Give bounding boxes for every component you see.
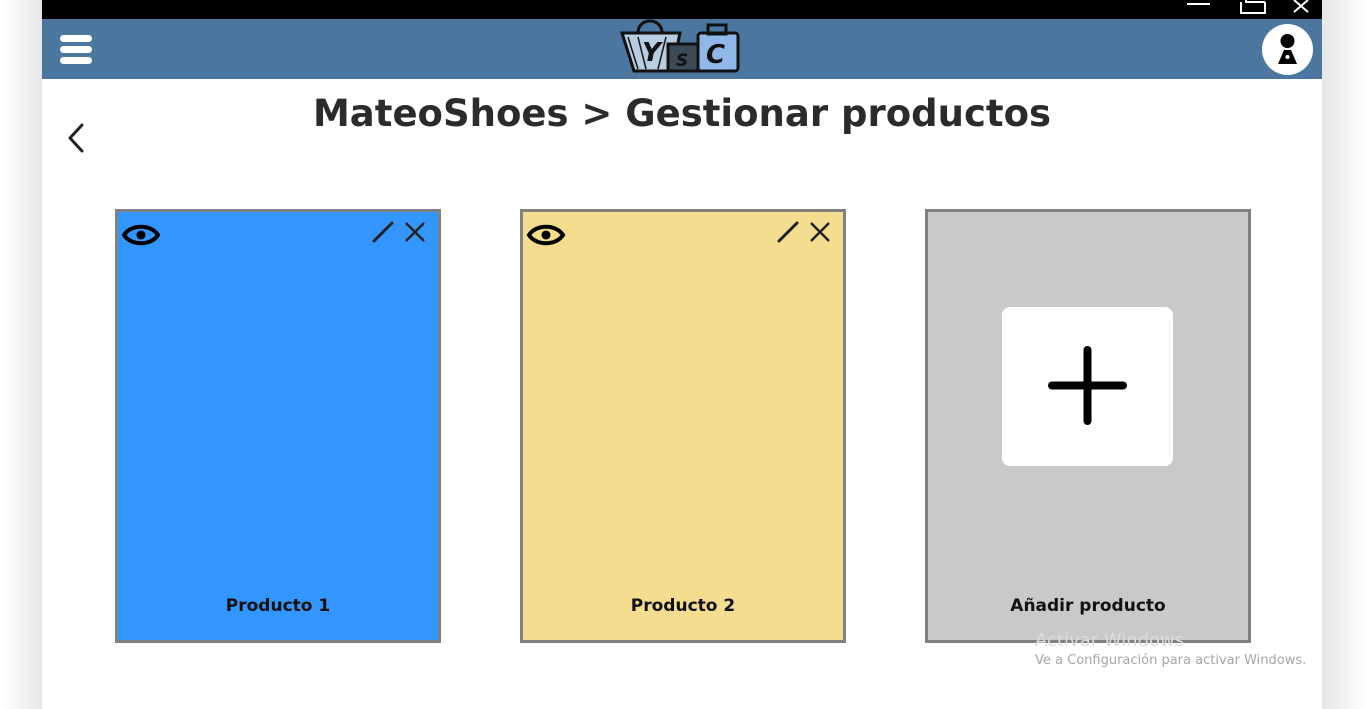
edit-product-button[interactable]: [371, 220, 395, 244]
product-card[interactable]: Producto 2: [520, 209, 846, 643]
add-product-card[interactable]: Añadir producto: [925, 209, 1251, 643]
close-icon: [405, 222, 425, 242]
maximize-icon: [1240, 0, 1266, 14]
product-card[interactable]: Producto 1: [115, 209, 441, 643]
product-name: Producto 2: [630, 596, 736, 616]
menu-button[interactable]: [56, 33, 96, 67]
eye-icon: [526, 224, 566, 246]
pencil-icon: [372, 221, 394, 243]
delete-product-button[interactable]: [808, 220, 832, 244]
watermark-title: Activar Windows: [1035, 630, 1185, 651]
eye-icon: [121, 224, 161, 246]
svg-text:S: S: [676, 51, 688, 71]
svg-text:Y: Y: [642, 38, 664, 68]
user-profile-button[interactable]: [1262, 24, 1313, 75]
window-shadow-left: [0, 0, 42, 709]
view-product-button[interactable]: [121, 222, 161, 248]
minimize-icon: [1187, 3, 1210, 5]
svg-text:C: C: [706, 40, 725, 70]
hamburger-line: [60, 46, 92, 53]
add-product-button[interactable]: [1002, 307, 1173, 466]
windows-activation-watermark: Activar Windows Ve a Configuración para …: [1035, 630, 1306, 668]
edit-product-button[interactable]: [776, 220, 800, 244]
hamburger-menu-icon: [60, 35, 92, 42]
close-window-button[interactable]: [1282, 0, 1322, 19]
window-titlebar: [42, 0, 1322, 19]
window-shadow-right: [1322, 0, 1365, 709]
hamburger-line: [60, 57, 92, 64]
user-avatar-icon: [1278, 34, 1297, 64]
plus-icon: [1048, 346, 1127, 425]
pencil-icon: [777, 221, 799, 243]
view-product-button[interactable]: [526, 222, 566, 248]
maximize-button[interactable]: [1232, 0, 1272, 19]
product-name: Producto 1: [225, 596, 331, 616]
app-header: Y S C: [42, 19, 1322, 79]
minimize-button[interactable]: [1177, 0, 1217, 19]
logo: Y S C: [619, 19, 740, 73]
close-icon: [810, 222, 830, 242]
page-title: MateoShoes > Gestionar productos: [312, 92, 1052, 135]
add-product-label: Añadir producto: [1010, 596, 1166, 616]
close-icon: [1293, 0, 1309, 13]
app-window: Y S C MateoShoes > Gestionar productos P…: [42, 0, 1322, 709]
watermark-subtitle: Ve a Configuración para activar Windows.: [1035, 653, 1307, 668]
delete-product-button[interactable]: [403, 220, 427, 244]
